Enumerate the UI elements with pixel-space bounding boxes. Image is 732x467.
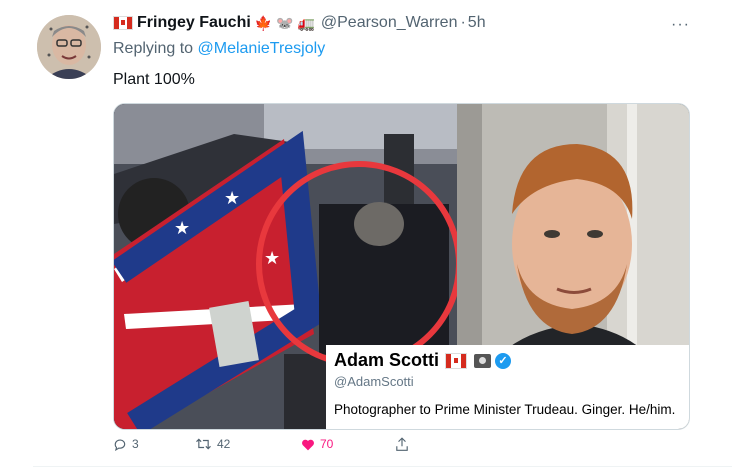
card-bio: Photographer to Prime Minister Trudeau. … <box>334 402 676 417</box>
share-button[interactable] <box>395 437 414 452</box>
avatar[interactable] <box>37 15 101 79</box>
reply-button[interactable]: 3 <box>113 437 139 451</box>
svg-text:★: ★ <box>174 218 190 239</box>
share-icon <box>396 437 408 451</box>
svg-text:★: ★ <box>264 248 280 269</box>
heart-icon <box>302 439 314 450</box>
card-name-row: Adam Scotti ✓ <box>334 350 512 371</box>
more-options-icon[interactable]: ··· <box>671 16 690 34</box>
reply-icon <box>114 439 126 451</box>
avatar-image <box>37 15 101 79</box>
replying-prefix: Replying to <box>113 40 194 57</box>
tweet-text: Plant 100% <box>113 71 195 88</box>
card-handle: @AdamScotti <box>334 374 414 389</box>
retweet-icon <box>196 438 211 450</box>
replying-to: Replying to @MelanieTresjoly <box>113 40 325 58</box>
replying-to-link[interactable]: @MelanieTresjoly <box>198 40 326 57</box>
svg-text:★: ★ <box>224 188 240 209</box>
like-count: 70 <box>320 437 334 451</box>
timestamp[interactable]: 5h <box>468 14 486 32</box>
tweet-media[interactable]: ★ ★ ★ ★ <box>113 103 690 430</box>
verified-badge-icon: ✓ <box>495 352 512 369</box>
tweet-header: Fringey Fauchi 🍁 🐭 🚛 @Pearson_Warren · 5… <box>113 14 486 32</box>
user-handle[interactable]: @Pearson_Warren <box>321 14 458 32</box>
canada-flag-icon <box>445 352 468 369</box>
profile-card: Adam Scotti ✓ @AdamScotti Photographer t… <box>326 345 689 429</box>
display-name[interactable]: Fringey Fauchi <box>137 14 251 32</box>
card-name: Adam Scotti <box>334 350 440 370</box>
canada-flag-icon <box>113 16 133 30</box>
retweet-button[interactable]: 42 <box>195 437 230 451</box>
retweet-count: 42 <box>217 437 231 451</box>
name-emojis: 🍁 🐭 🚛 <box>254 14 315 31</box>
like-button[interactable]: 70 <box>301 437 333 451</box>
tweet-actions: 3 42 70 <box>113 437 443 455</box>
tweet: Fringey Fauchi 🍁 🐭 🚛 @Pearson_Warren · 5… <box>0 0 732 467</box>
camera-icon <box>474 353 492 368</box>
dot-separator: · <box>460 14 466 31</box>
reply-count: 3 <box>132 437 139 451</box>
